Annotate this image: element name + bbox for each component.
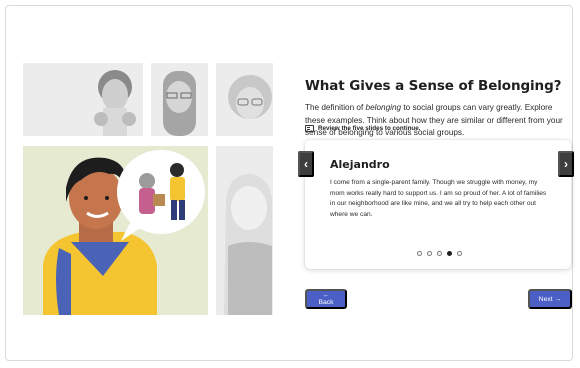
person-illustration-4 [216,146,273,315]
story-carousel: ‹ Alejandro I come from a single-parent … [298,140,574,269]
next-button[interactable]: Next → [528,289,572,309]
slide-dot-1[interactable] [417,251,422,256]
story-name: Alejandro [330,158,390,171]
alejandro-illustration [23,146,208,315]
story-text: I come from a single-parent family. Thou… [330,179,547,218]
slide-pagination [417,251,462,256]
review-label: Review the five slides to continue. [318,125,421,132]
slide-dot-2[interactable] [427,251,432,256]
slides-icon [305,125,314,132]
person-illustration-2 [151,63,208,136]
next-slide-button[interactable]: › [558,151,574,177]
person-illustration-3 [216,63,273,136]
slide-dot-4[interactable] [447,251,452,256]
person-illustration-1 [23,63,143,136]
previous-slide-button[interactable]: ‹ [298,151,314,177]
slide-dot-5[interactable] [457,251,462,256]
illustration-collage [23,63,273,315]
lesson-description: The definition of belonging to social gr… [305,102,573,140]
slide-dot-3[interactable] [437,251,442,256]
page-title: What Gives a Sense of Belonging? [305,78,562,94]
description-emphasis: belonging [365,103,402,112]
review-instruction: Review the five slides to continue. [305,125,421,132]
back-button[interactable]: ← Back [305,289,347,309]
description-prefix: The definition of [305,103,366,112]
